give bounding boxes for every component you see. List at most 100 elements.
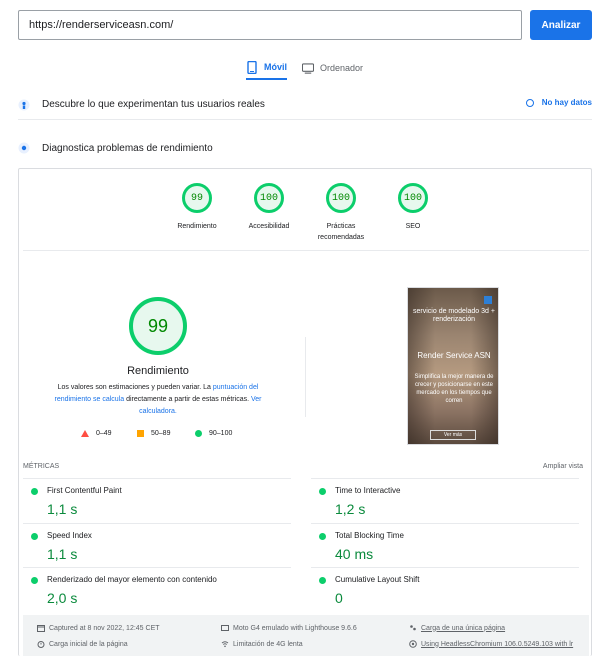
diagnose-icon (18, 142, 30, 154)
gauge-score: 99 (182, 183, 212, 213)
gauge-score: 100 (326, 183, 356, 213)
throttling-text: Limitación de 4G lenta (233, 640, 303, 648)
pass-dot-icon (319, 533, 326, 540)
no-data-label: No hay datos (541, 98, 592, 107)
analyze-button[interactable]: Analizar (530, 10, 592, 40)
run-info-footer: Captured at 8 nov 2022, 12:45 CET Carga … (23, 615, 589, 656)
page-screenshot-thumbnail: servicio de modelado 3d + renderización … (407, 287, 499, 445)
pass-dot-icon (319, 577, 326, 584)
gauge-best-practices[interactable]: 100 Prácticas recomendadas (306, 183, 376, 243)
timer-icon (37, 641, 45, 648)
legend-label: 0–49 (96, 430, 112, 437)
tab-desktop-label: Ordenador (320, 63, 364, 73)
gauge-label: Accesibilidad (248, 223, 290, 230)
users-icon (18, 99, 30, 110)
gauge-label: Prácticas recomendadas (317, 223, 365, 241)
performance-title: Rendimiento (127, 365, 189, 377)
url-input[interactable] (18, 10, 522, 40)
tab-mobile-label: Móvil (264, 62, 288, 72)
captured-info: Captured at 8 nov 2022, 12:45 CET (37, 624, 160, 632)
metric-name: Cumulative Layout Shift (335, 575, 420, 584)
calendar-icon (37, 625, 45, 632)
thumbnail-tagline: Simplifica la mejor manera de crecer y p… (414, 374, 494, 404)
metric-tti: Time to Interactive 1,2 s (311, 478, 579, 522)
legend-label: 50–89 (151, 430, 171, 437)
device-text: Moto G4 emulado with Lighthouse 9.6.6 (233, 624, 357, 632)
metric-fcp: First Contentful Paint 1,1 s (23, 478, 291, 522)
initial-load-text: Carga inicial de la página (49, 640, 128, 648)
gauge-accessibility[interactable]: 100 Accesibilidad (234, 183, 304, 232)
metric-name: Renderizado del mayor elemento con conte… (47, 575, 217, 584)
metrics-title: MÉTRICAS (23, 463, 60, 470)
metric-value: 2,0 s (47, 590, 78, 606)
metric-cls: Cumulative Layout Shift 0 (311, 567, 579, 611)
lab-data-title: Diagnostica problemas de rendimiento (42, 142, 213, 154)
metric-name: Time to Interactive (335, 486, 401, 495)
desktop-icon (302, 62, 314, 74)
metric-value: 1,1 s (47, 546, 78, 562)
legend-pass: 90–100 (195, 430, 232, 437)
gauge-seo[interactable]: 100 SEO (378, 183, 448, 232)
category-gauges: 99 Rendimiento 100 Accesibilidad 100 Prá… (19, 183, 593, 253)
divider (305, 337, 306, 417)
metric-value: 1,2 s (335, 501, 366, 517)
device-info: Moto G4 emulado with Lighthouse 9.6.6 (221, 624, 357, 632)
wifi-icon (221, 641, 229, 648)
legend-label: 90–100 (209, 430, 233, 437)
single-load-link[interactable]: Carga de una única página (421, 625, 505, 632)
browser-info[interactable]: Using HeadlessChromium 106.0.5249.103 wi… (409, 640, 573, 648)
desc-text: directamente a partir de estas métricas. (124, 396, 251, 403)
captured-text: Captured at 8 nov 2022, 12:45 CET (49, 624, 160, 632)
gauge-label: SEO (405, 223, 421, 230)
gauge-score: 100 (398, 183, 428, 213)
metric-name: First Contentful Paint (47, 486, 122, 495)
browser-link[interactable]: Using HeadlessChromium 106.0.5249.103 wi… (421, 641, 573, 648)
score-legend: 0–49 50–89 90–100 (81, 430, 251, 440)
no-data-link[interactable]: No hay datos (525, 98, 592, 107)
thumbnail-heading: servicio de modelado 3d + renderización (413, 308, 495, 323)
people-icon (410, 625, 416, 631)
divider (23, 250, 589, 251)
info-icon (525, 98, 534, 107)
gauge-label: Rendimiento (177, 223, 217, 230)
initial-load-info: Carga inicial de la página (37, 640, 128, 648)
metric-tbt: Total Blocking Time 40 ms (311, 523, 579, 567)
circle-icon (195, 430, 202, 437)
legend-fail: 0–49 (81, 430, 112, 437)
tab-mobile[interactable]: Móvil (246, 56, 288, 80)
square-icon (137, 430, 144, 437)
pass-dot-icon (319, 488, 326, 495)
field-data-section[interactable]: Descubre lo que experimentan tus usuario… (18, 90, 592, 120)
metrics-header: MÉTRICAS Ampliar vista (23, 463, 589, 477)
performance-description: Los valores son estimaciones y pueden va… (49, 382, 267, 418)
field-data-title: Descubre lo que experimentan tus usuario… (42, 99, 265, 110)
lab-data-section: Diagnostica problemas de rendimiento (18, 136, 592, 160)
desc-text: Los valores son estimaciones y pueden va… (57, 384, 213, 391)
metric-speed-index: Speed Index 1,1 s (23, 523, 291, 567)
mobile-icon (247, 60, 257, 74)
url-bar: Analizar (18, 10, 592, 40)
metric-value: 0 (335, 590, 343, 606)
pass-dot-icon (31, 488, 38, 495)
gauge-performance[interactable]: 99 Rendimiento (162, 183, 232, 232)
single-load-info[interactable]: Carga de una única página (409, 624, 505, 632)
chrome-icon (409, 640, 417, 648)
pass-dot-icon (31, 577, 38, 584)
device-tabs: Móvil Ordenador (0, 56, 600, 80)
metric-lcp: Renderizado del mayor elemento con conte… (23, 567, 291, 611)
pass-dot-icon (31, 533, 38, 540)
report-card: 99 Rendimiento 100 Accesibilidad 100 Prá… (18, 168, 592, 656)
triangle-icon (81, 430, 89, 437)
metric-value: 40 ms (335, 546, 374, 562)
thumbnail-brand: Render Service ASN (417, 351, 491, 360)
metric-name: Speed Index (47, 531, 92, 540)
throttling-info: Limitación de 4G lenta (221, 640, 303, 648)
gauge-score: 100 (254, 183, 284, 213)
device-icon (221, 625, 229, 631)
tab-desktop[interactable]: Ordenador (302, 56, 363, 80)
metric-name: Total Blocking Time (335, 531, 404, 540)
menu-icon (484, 296, 492, 304)
legend-average: 50–89 (137, 430, 170, 437)
thumbnail-button: Ver más (430, 430, 476, 440)
expand-view-toggle[interactable]: Ampliar vista (543, 463, 583, 470)
